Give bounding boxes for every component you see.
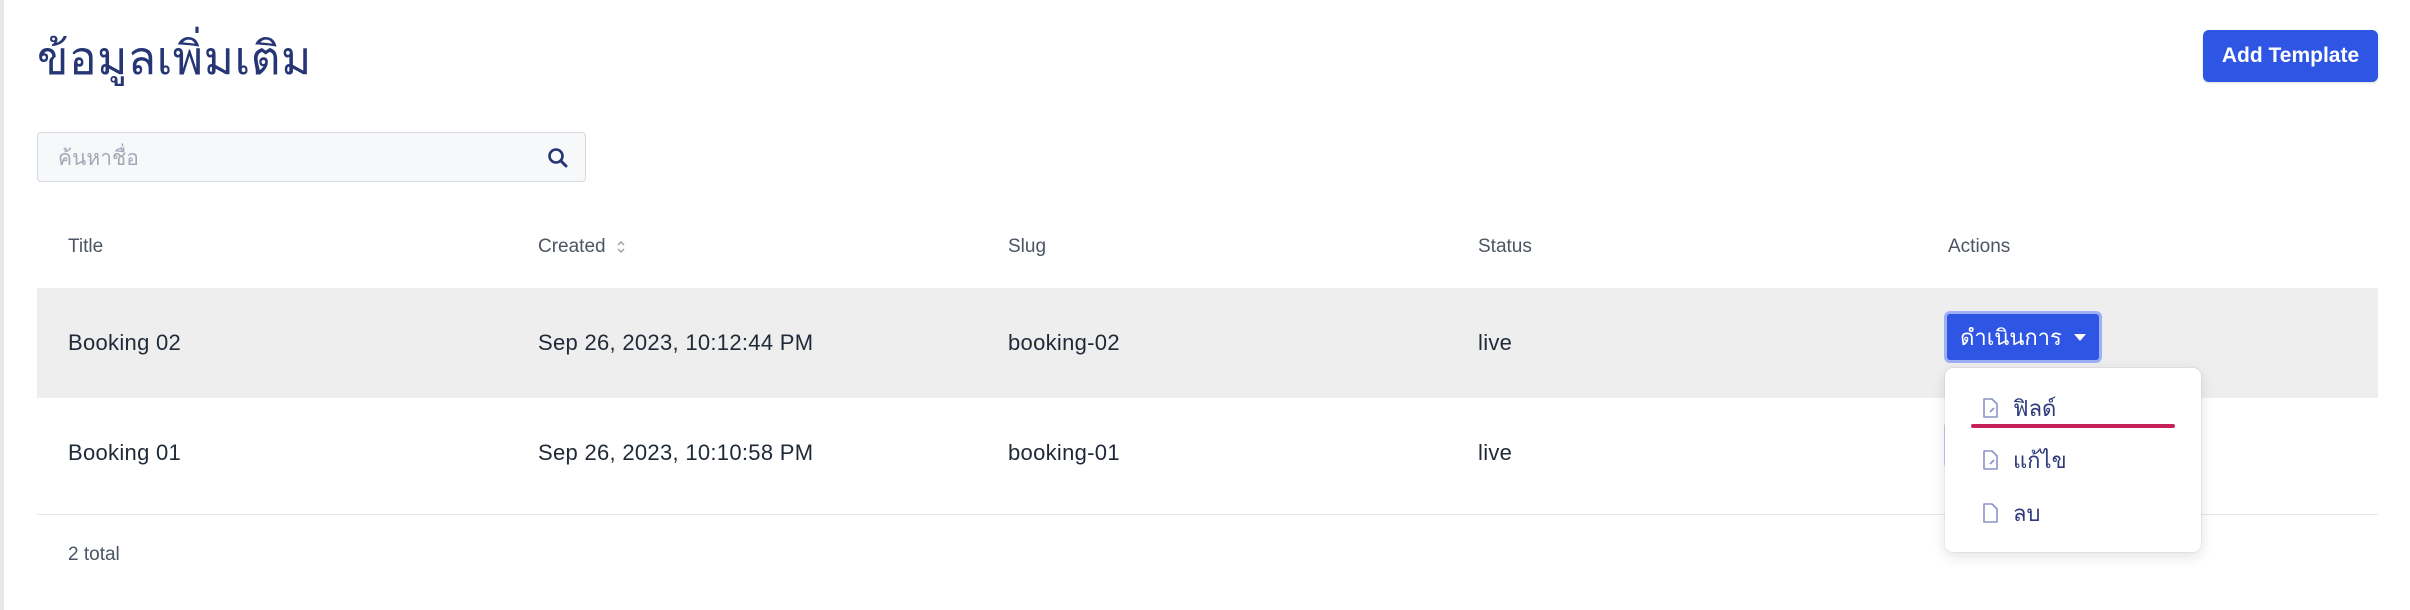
caret-down-icon <box>2073 333 2086 341</box>
actions-button-label: ดำเนินการ <box>1960 325 2062 351</box>
row-created: Sep 26, 2023, 10:10:58 PM <box>538 440 814 465</box>
row-title: Booking 01 <box>68 440 182 465</box>
document-icon <box>1983 450 1998 470</box>
row-slug: booking-01 <box>1008 440 1120 465</box>
page: ข้อมูลเพิ่มเติม Add Template Title Creat… <box>0 0 2410 610</box>
column-header-created-label: Created <box>538 236 606 257</box>
row-slug: booking-02 <box>1008 330 1120 355</box>
column-header-status[interactable]: Status <box>1478 236 1532 258</box>
row-title: Booking 02 <box>68 330 182 355</box>
row-created: Sep 26, 2023, 10:12:44 PM <box>538 330 814 355</box>
column-header-actions: Actions <box>1948 236 2011 257</box>
search-field <box>37 132 586 183</box>
menu-item-label: ลบ <box>2013 501 2041 527</box>
menu-item-delete[interactable]: ลบ <box>1981 493 2040 533</box>
page-title: ข้อมูลเพิ่มเติม <box>37 31 312 85</box>
row-status: live <box>1478 330 1513 355</box>
row-actions-button[interactable]: ดำเนินการ <box>1944 311 2102 363</box>
column-header-title[interactable]: Title <box>68 236 103 258</box>
left-border <box>0 0 4 610</box>
document-icon <box>1983 503 1998 523</box>
menu-item-label: แก้ไข <box>2013 448 2067 474</box>
search-icon[interactable] <box>547 147 569 169</box>
menu-item-edit[interactable]: แก้ไข <box>1981 440 2067 480</box>
sort-icon[interactable] <box>616 239 626 255</box>
column-header-slug[interactable]: Slug <box>1008 236 1046 258</box>
document-icon <box>1983 398 1998 418</box>
menu-item-label: ฟิลด์ <box>2013 396 2057 422</box>
active-item-underline <box>1971 424 2175 428</box>
menu-item-fields[interactable]: ฟิลด์ <box>1981 388 2056 428</box>
total-count: 2 total <box>68 544 120 565</box>
column-header-created[interactable]: Created <box>538 236 626 258</box>
add-template-button[interactable]: Add Template <box>2203 30 2378 82</box>
row-status: live <box>1478 440 1513 465</box>
actions-dropdown-menu: ฟิลด์ แก้ไข ลบ <box>1945 368 2201 552</box>
search-input[interactable] <box>56 133 540 183</box>
